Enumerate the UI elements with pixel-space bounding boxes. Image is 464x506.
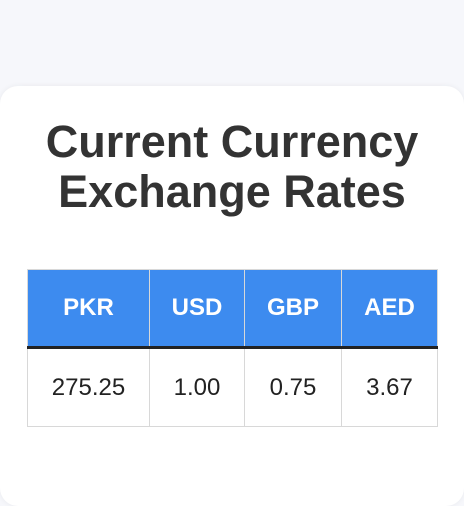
cell-gbp-rate: 0.75	[244, 347, 342, 427]
page-title: Current Currency Exchange Rates	[0, 117, 464, 217]
cell-aed-rate: 3.67	[341, 347, 438, 427]
exchange-rates-table-container: PKR USD GBP AED 275.25 1.00 0.75 3.67	[27, 269, 438, 427]
column-header-usd: USD	[149, 269, 245, 349]
table-header-row: PKR USD GBP AED	[27, 269, 438, 349]
column-header-aed: AED	[341, 269, 438, 349]
cell-usd-rate: 1.00	[149, 347, 245, 427]
page-title-line-1: Current Currency	[45, 116, 419, 167]
cell-pkr-rate: 275.25	[27, 347, 150, 427]
table-row: 275.25 1.00 0.75 3.67	[27, 347, 438, 427]
exchange-rates-table: PKR USD GBP AED 275.25 1.00 0.75 3.67	[27, 269, 438, 427]
column-header-gbp: GBP	[244, 269, 342, 349]
page-title-line-2: Exchange Rates	[58, 166, 406, 217]
column-header-pkr: PKR	[27, 269, 150, 349]
